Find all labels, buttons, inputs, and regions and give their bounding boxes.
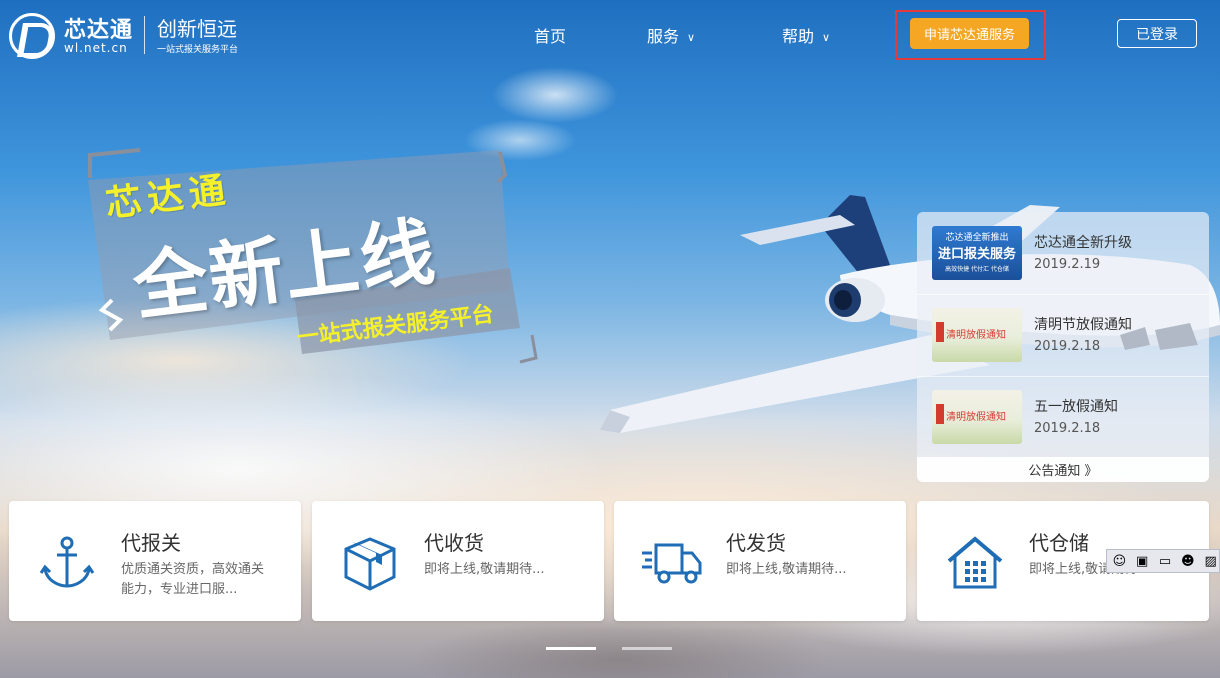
brand-name: 芯达通 <box>64 18 134 43</box>
more-notices-link[interactable]: 公告通知 》 <box>917 457 1209 482</box>
carousel-dot-2[interactable] <box>622 647 672 650</box>
logo-icon[interactable] <box>9 13 55 59</box>
more-notices-label: 公告通知 》 <box>1028 464 1098 479</box>
apply-service-label: 申请芯达通服务 <box>923 28 1015 43</box>
thumb-text: 清明放假通知 <box>946 412 1006 423</box>
notice-thumbnail: 芯达通全新推出 进口报关服务 高效快捷 代付汇 代仓储 <box>932 226 1022 280</box>
stamp-icon <box>936 322 944 342</box>
carousel-dot-1[interactable] <box>546 647 596 650</box>
chevron-down-icon: ∨ <box>822 31 831 44</box>
thumb-line-3: 高效快捷 代付汇 代仓储 <box>945 266 1009 273</box>
monitor-icon[interactable]: ▭ <box>1157 552 1174 570</box>
brand-slogan: 创新恒远 <box>157 17 237 41</box>
anchor-icon <box>39 536 95 588</box>
notice-date: 2019.2.18 <box>1034 339 1101 354</box>
service-card-receive[interactable]: 代收货 即将上线,敬请期待... <box>312 501 604 621</box>
card-description: 优质通关资质，高效通关能力，专业进口服... <box>121 562 265 597</box>
notice-title: 五一放假通知 <box>1034 399 1118 415</box>
card-title: 代仓储 <box>1029 531 1089 555</box>
notice-title: 芯达通全新升级 <box>1034 235 1132 251</box>
card-description: 即将上线,敬请期待... <box>726 562 847 577</box>
thumb-line-1: 芯达通全新推出 <box>945 233 1009 243</box>
brand-subtitle: 一站式报关服务平台 <box>157 45 239 55</box>
smile-icon[interactable]: ☺ <box>1111 552 1128 570</box>
service-card-customs[interactable]: 代报关 优质通关资质，高效通关能力，专业进口服... <box>9 501 301 621</box>
nav-help[interactable]: 帮助 ∨ <box>782 23 830 47</box>
notice-thumbnail: 清明放假通知 <box>932 308 1022 362</box>
card-title: 代发货 <box>726 531 786 555</box>
login-status-label: 已登录 <box>1136 26 1178 43</box>
notice-item[interactable]: 清明放假通知 五一放假通知 2019.2.18 <box>932 390 1197 445</box>
notice-item[interactable]: 清明放假通知 清明节放假通知 2019.2.18 <box>932 308 1197 363</box>
nav-home[interactable]: 首页 <box>534 23 566 47</box>
box-icon <box>344 537 396 591</box>
service-card-ship[interactable]: 代发货 即将上线,敬请期待... <box>614 501 906 621</box>
nav-services-label: 服务 <box>647 27 680 46</box>
brand-url: wl.net.cn <box>64 41 128 55</box>
nav-help-label: 帮助 <box>782 27 815 46</box>
notice-item[interactable]: 芯达通全新推出 进口报关服务 高效快捷 代付汇 代仓储 芯达通全新升级 2019… <box>932 226 1197 281</box>
thumb-text: 清明放假通知 <box>946 330 1006 341</box>
chevron-down-icon: ∨ <box>687 31 696 44</box>
stamp-icon <box>936 404 944 424</box>
floating-toolbar: ☺ ▣ ▭ ☻ ▨ <box>1106 549 1220 573</box>
login-status-button[interactable]: 已登录 <box>1117 19 1197 48</box>
card-description: 即将上线,敬请期待... <box>424 562 545 577</box>
divider <box>917 294 1209 295</box>
divider <box>917 376 1209 377</box>
emoji-icon[interactable]: ☻ <box>1179 552 1196 570</box>
notice-title: 清明节放假通知 <box>1034 317 1132 333</box>
notice-date: 2019.2.19 <box>1034 257 1101 272</box>
warehouse-icon <box>947 536 1003 589</box>
notice-thumbnail: 清明放假通知 <box>932 390 1022 444</box>
save-icon[interactable]: ▣ <box>1134 552 1151 570</box>
nav-services[interactable]: 服务 ∨ <box>647 23 695 47</box>
card-title: 代收货 <box>424 531 484 555</box>
top-header: 芯达通 wl.net.cn 创新恒远 一站式报关服务平台 首页 服务 ∨ 帮助 ∨ … <box>0 0 1220 68</box>
truck-icon <box>642 543 702 584</box>
apply-service-button[interactable]: 申请芯达通服务 <box>910 18 1029 49</box>
image-icon[interactable]: ▨ <box>1202 552 1219 570</box>
card-title: 代报关 <box>121 531 181 555</box>
thumb-line-2: 进口报关服务 <box>937 247 1016 262</box>
notice-date: 2019.2.18 <box>1034 421 1101 436</box>
brand-divider <box>144 16 145 54</box>
nav-home-label: 首页 <box>534 27 567 46</box>
notice-panel: 芯达通全新推出 进口报关服务 高效快捷 代付汇 代仓储 芯达通全新升级 2019… <box>917 212 1209 482</box>
